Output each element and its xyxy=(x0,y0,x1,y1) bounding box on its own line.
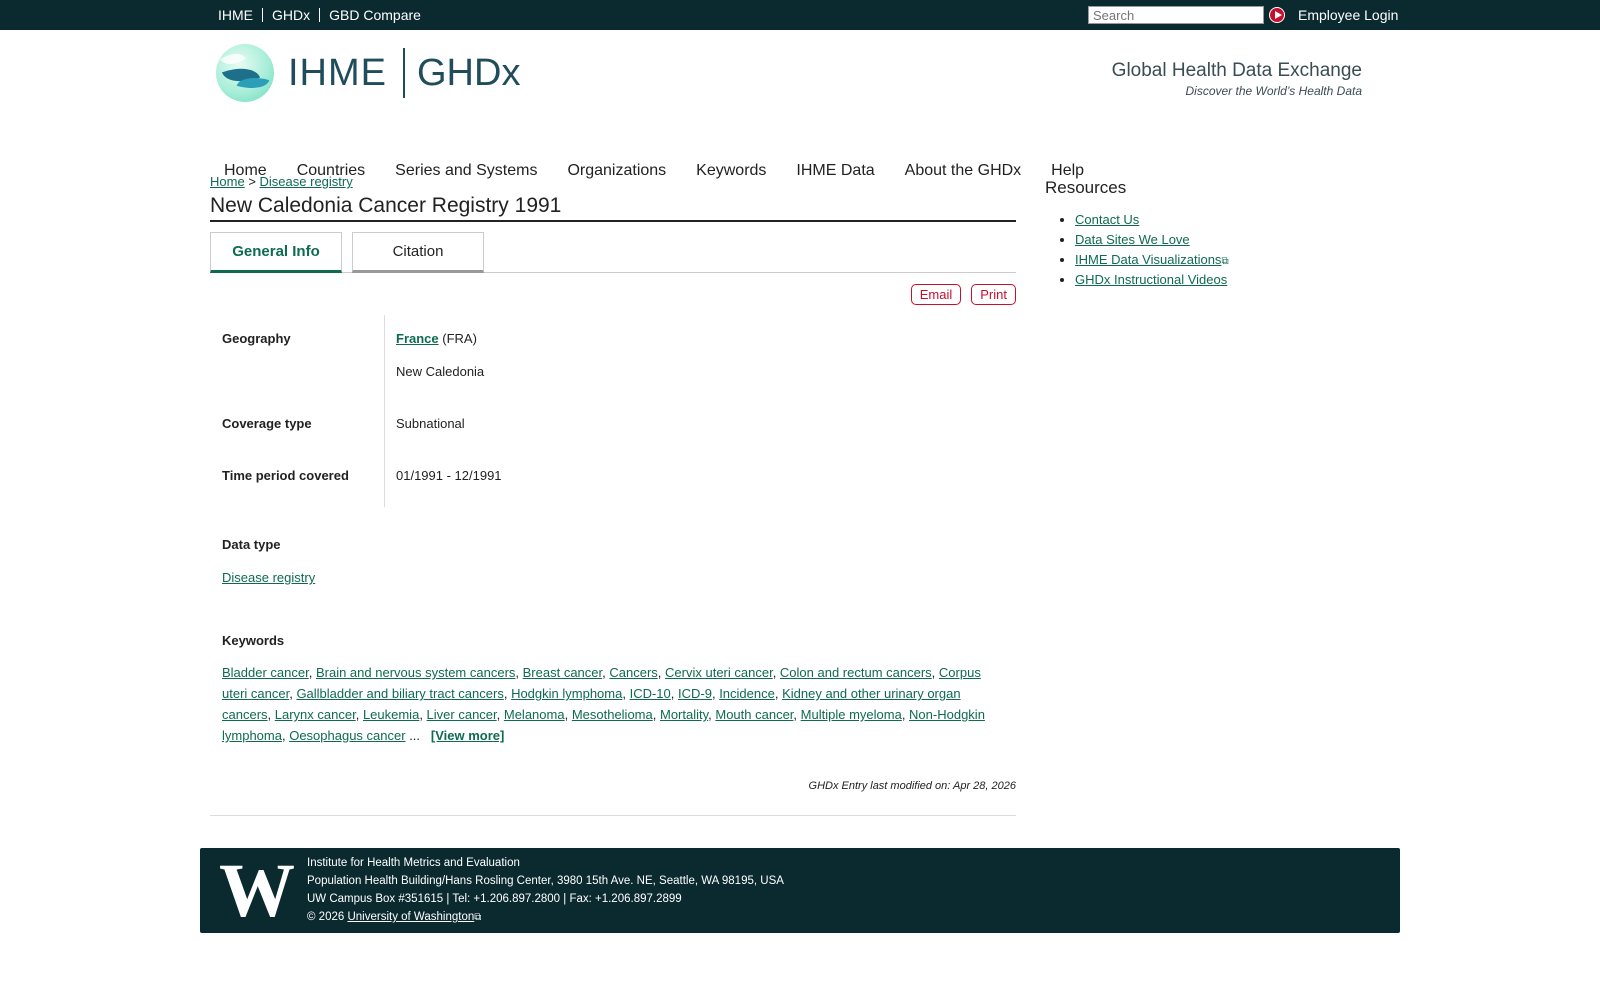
resource-instructional-videos[interactable]: GHDx Instructional Videos xyxy=(1075,272,1227,287)
keyword-link[interactable]: Cervix uteri cancer xyxy=(665,665,773,680)
list-item: GHDx Instructional Videos xyxy=(1075,272,1229,287)
geography-subregion: New Caledonia xyxy=(396,364,485,379)
main-content: Home > Disease registry New Caledonia Ca… xyxy=(210,174,1016,816)
last-modified: GHDx Entry last modified on: Apr 28, 202… xyxy=(808,780,1016,792)
top-links: IHME GHDx GBD Compare xyxy=(210,0,430,30)
keyword-link[interactable]: Brain and nervous system cancers xyxy=(316,665,515,680)
external-link-icon: ⧉ xyxy=(474,912,482,923)
coverage-type-value: Subnational xyxy=(396,416,465,431)
site-tagline-sub: Discover the World’s Health Data xyxy=(1185,84,1362,98)
brand-ihme[interactable]: IHME xyxy=(288,52,387,95)
resource-ihme-visualizations[interactable]: IHME Data Visualizations xyxy=(1075,252,1221,267)
resources-sidebar: Resources Contact Us Data Sites We Love … xyxy=(1045,178,1229,292)
brand-divider xyxy=(403,48,405,98)
footer-address: Population Health Building/Hans Rosling … xyxy=(307,875,784,887)
uw-link[interactable]: University of Washington xyxy=(347,911,474,923)
keyword-link[interactable]: Incidence xyxy=(719,686,775,701)
keyword-link[interactable]: Mesothelioma xyxy=(572,707,653,722)
geography-value: France (FRA) xyxy=(396,331,477,346)
breadcrumb-separator: > xyxy=(248,174,256,189)
keyword-link[interactable]: Breast cancer xyxy=(523,665,603,680)
info-table: Geography France (FRA) New Caledonia Cov… xyxy=(210,315,1016,507)
search-submit-icon[interactable] xyxy=(1269,7,1285,23)
data-type-value-wrap: Disease registry xyxy=(222,570,1016,585)
email-button[interactable]: Email xyxy=(910,284,962,305)
keyword-link[interactable]: Bladder cancer xyxy=(222,665,309,680)
list-item: IHME Data Visualizations⧉ xyxy=(1075,252,1229,267)
print-button[interactable]: Print xyxy=(971,284,1016,305)
top-link-ihme[interactable]: IHME xyxy=(210,8,262,22)
keyword-link[interactable]: Mortality xyxy=(660,707,708,722)
site-footer: W Institute for Health Metrics and Evalu… xyxy=(200,848,1400,933)
data-type-link[interactable]: Disease registry xyxy=(222,570,315,585)
top-bar: IHME GHDx GBD Compare Employee Login xyxy=(0,0,1600,30)
keyword-link[interactable]: Oesophagus cancer xyxy=(289,728,405,743)
footer-contact: UW Campus Box #351615 | Tel: +1.206.897.… xyxy=(307,893,682,905)
breadcrumb-home[interactable]: Home xyxy=(210,174,245,189)
breadcrumb: Home > Disease registry xyxy=(210,174,1016,189)
site-header: IHME GHDx Global Health Data Exchange Di… xyxy=(0,30,1600,179)
footer-copyright: © 2026 xyxy=(307,911,345,923)
keyword-link[interactable]: Multiple myeloma xyxy=(801,707,902,722)
keyword-link[interactable]: Mouth cancer xyxy=(715,707,793,722)
country-code: (FRA) xyxy=(442,331,477,346)
keyword-link[interactable]: Colon and rectum cancers xyxy=(780,665,932,680)
keywords-ellipsis: ... xyxy=(409,728,421,743)
keyword-link[interactable]: ICD-10 xyxy=(630,686,671,701)
coverage-type-label: Coverage type xyxy=(222,416,312,431)
top-link-gbd-compare[interactable]: GBD Compare xyxy=(320,8,430,22)
tab-general-info[interactable]: General Info xyxy=(210,232,342,273)
tab-bar: General Info Citation xyxy=(210,232,1016,273)
keyword-link[interactable]: Liver cancer xyxy=(427,707,497,722)
breadcrumb-disease-registry[interactable]: Disease registry xyxy=(260,174,353,189)
time-period-value: 01/1991 - 12/1991 xyxy=(396,468,502,483)
resources-list: Contact Us Data Sites We Love IHME Data … xyxy=(1045,212,1229,287)
keyword-link[interactable]: Leukemia xyxy=(363,707,419,722)
footer-org: Institute for Health Metrics and Evaluat… xyxy=(307,857,520,869)
keyword-link[interactable]: ICD-9 xyxy=(678,686,712,701)
search-input[interactable] xyxy=(1088,6,1264,24)
external-link-icon: ⧉ xyxy=(1221,256,1229,267)
site-tagline: Global Health Data Exchange xyxy=(1111,60,1362,81)
time-period-label: Time period covered xyxy=(222,468,349,483)
divider xyxy=(384,315,385,507)
keyword-link[interactable]: Melanoma xyxy=(504,707,565,722)
country-link[interactable]: France xyxy=(396,331,439,346)
divider xyxy=(210,815,1016,816)
footer-info: Institute for Health Metrics and Evaluat… xyxy=(307,854,784,927)
keyword-link[interactable]: Gallbladder and biliary tract cancers xyxy=(296,686,503,701)
resource-data-sites[interactable]: Data Sites We Love xyxy=(1075,232,1190,247)
keywords-label: Keywords xyxy=(222,633,285,648)
footer-copyright-line: © 2026 University of Washington⧉ xyxy=(307,908,784,927)
keyword-link[interactable]: Hodgkin lymphoma xyxy=(511,686,622,701)
keywords-list: Bladder cancer, Brain and nervous system… xyxy=(222,665,985,743)
action-buttons: Email Print xyxy=(210,284,1016,305)
uw-logo-icon[interactable]: W xyxy=(214,853,298,929)
tab-citation[interactable]: Citation xyxy=(352,232,484,273)
keyword-link[interactable]: Larynx cancer xyxy=(275,707,356,722)
list-item: Contact Us xyxy=(1075,212,1229,227)
keyword-link[interactable]: Cancers xyxy=(609,665,657,680)
view-more-link[interactable]: [View more] xyxy=(431,728,504,743)
resource-contact-us[interactable]: Contact Us xyxy=(1075,212,1139,227)
ihme-logo-icon[interactable] xyxy=(216,44,274,102)
page-title: New Caledonia Cancer Registry 1991 xyxy=(210,194,1016,222)
list-item: Data Sites We Love xyxy=(1075,232,1229,247)
resources-title: Resources xyxy=(1045,178,1127,197)
geography-label: Geography xyxy=(222,331,291,346)
employee-login-link[interactable]: Employee Login xyxy=(1298,7,1398,23)
top-link-ghdx[interactable]: GHDx xyxy=(263,8,319,22)
brand-ghdx[interactable]: GHDx xyxy=(417,52,520,95)
data-type-label: Data type xyxy=(222,537,281,552)
